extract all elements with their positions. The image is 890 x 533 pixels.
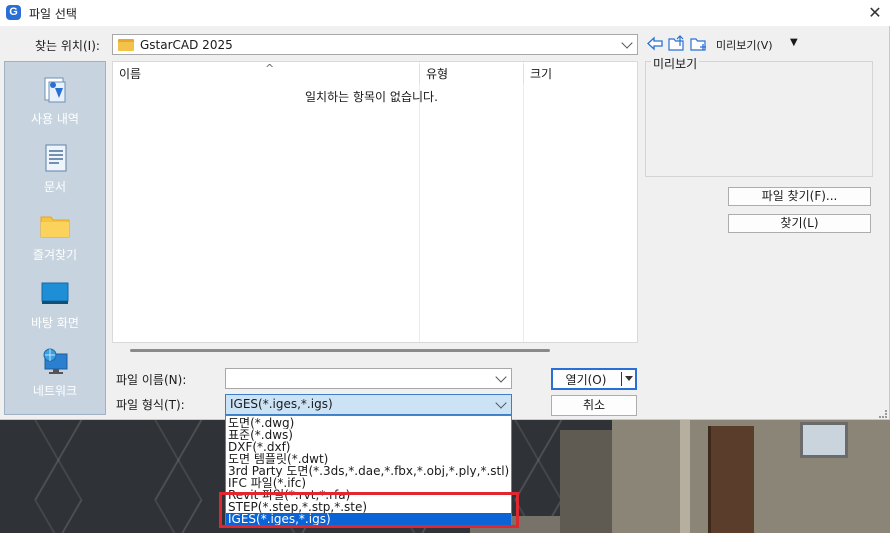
file-name-label: 파일 이름(N):	[116, 373, 187, 387]
look-in-combobox[interactable]: GstarCAD 2025	[112, 34, 638, 55]
building-door	[708, 426, 754, 533]
folder-icon	[118, 39, 134, 51]
place-label: 문서	[43, 180, 67, 194]
place-desktop[interactable]: 바탕 화면	[5, 278, 105, 331]
building-wall-shadow	[560, 430, 620, 533]
desktop-icon	[39, 278, 71, 310]
file-type-option[interactable]: 도면 템플릿(*.dwt)	[226, 453, 511, 465]
resize-grip[interactable]	[879, 410, 887, 418]
file-type-option[interactable]: DXF(*.dxf)	[226, 441, 511, 453]
file-type-option[interactable]: IFC 파일(*.ifc)	[226, 477, 511, 489]
network-icon	[39, 346, 71, 378]
gstarcad-app-icon: G	[6, 5, 21, 20]
place-label: 사용 내역	[31, 112, 79, 126]
annotation-highlight-box	[219, 492, 519, 528]
chevron-down-icon[interactable]	[495, 371, 507, 383]
building-window	[800, 422, 848, 458]
back-arrow-icon[interactable]	[646, 35, 664, 52]
place-label: 바탕 화면	[31, 316, 79, 330]
place-favorites[interactable]: 즐겨찾기	[5, 210, 105, 263]
look-in-value: GstarCAD 2025	[140, 38, 233, 52]
place-label: 네트워크	[32, 384, 78, 398]
file-type-label: 파일 형식(T):	[116, 398, 185, 412]
empty-list-message: 일치하는 항목이 없습니다.	[305, 90, 438, 104]
file-type-option[interactable]: 3rd Party 도면(*.3ds,*.dae,*.fbx,*.obj,*.p…	[226, 465, 511, 477]
favorites-folder-icon	[39, 210, 71, 242]
file-list-view[interactable]: 이름 ^ 유형 크기 일치하는 항목이 없습니다.	[112, 61, 638, 343]
split-divider	[621, 372, 622, 386]
find-button[interactable]: 찾기(L)	[728, 214, 871, 233]
look-in-label: 찾는 위치(I):	[35, 39, 100, 53]
open-options-arrow-icon[interactable]	[625, 376, 633, 381]
open-button[interactable]: 열기(O)	[551, 368, 637, 390]
find-file-button[interactable]: 파일 찾기(F)...	[728, 187, 871, 206]
cancel-button[interactable]: 취소	[551, 395, 637, 416]
column-divider	[523, 62, 524, 342]
sort-ascending-icon: ^	[265, 62, 275, 75]
horizontal-scrollbar[interactable]	[130, 349, 550, 352]
new-folder-icon[interactable]	[690, 35, 708, 52]
preview-label: 미리보기	[651, 55, 700, 72]
building-pillar	[680, 420, 690, 533]
file-type-select[interactable]: IGES(*.iges,*.igs)	[225, 394, 512, 415]
file-type-option[interactable]: 표준(*.dws)	[226, 429, 511, 441]
file-name-input[interactable]	[225, 368, 512, 389]
dialog-title: 파일 선택	[29, 7, 77, 21]
documents-icon	[39, 142, 71, 174]
preview-panel	[645, 61, 873, 177]
up-folder-icon[interactable]	[668, 35, 686, 52]
recent-icon	[39, 74, 71, 106]
place-recent[interactable]: 사용 내역	[5, 74, 105, 127]
file-type-value: IGES(*.iges,*.igs)	[230, 397, 333, 411]
open-button-label: 열기(O)	[565, 373, 607, 387]
column-header-type[interactable]: 유형	[419, 64, 523, 84]
column-header-size[interactable]: 크기	[523, 64, 639, 84]
views-dropdown-arrow-icon[interactable]: ▼	[790, 37, 798, 48]
chevron-down-icon	[621, 37, 633, 49]
file-type-option[interactable]: 도면(*.dwg)	[226, 417, 511, 429]
chevron-down-icon	[495, 397, 507, 409]
place-label: 즐겨찾기	[32, 248, 78, 262]
place-network[interactable]: 네트워크	[5, 346, 105, 399]
places-bar: 사용 내역 문서 즐겨찾기 바탕 화면 네트워크	[4, 61, 106, 415]
place-documents[interactable]: 문서	[5, 142, 105, 195]
close-button[interactable]: ✕	[864, 2, 886, 24]
title-bar[interactable]: G 파일 선택 ✕	[0, 0, 890, 26]
views-menu-button[interactable]: 미리보기(V)	[716, 37, 773, 53]
file-select-dialog: G 파일 선택 ✕ 찾는 위치(I): GstarCAD 2025 미리보기(V…	[0, 0, 890, 420]
